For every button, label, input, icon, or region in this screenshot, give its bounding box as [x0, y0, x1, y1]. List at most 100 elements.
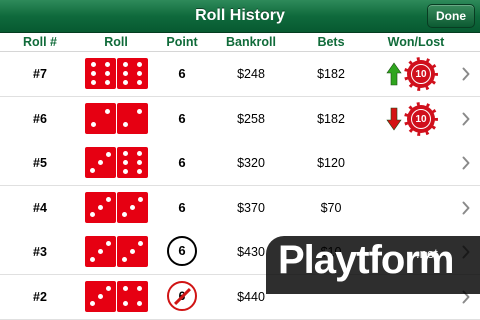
- column-header-roll-number: Roll #: [22, 35, 58, 49]
- die-pip: [98, 293, 103, 299]
- watermark-domain: .net: [416, 246, 438, 261]
- table-header: Roll # Roll Point Bankroll Bets Won/Lost: [0, 33, 480, 52]
- bankroll-value: $370: [237, 200, 265, 215]
- die-icon: [117, 191, 148, 223]
- die-pip: [136, 108, 142, 114]
- point-value: 6: [178, 66, 186, 81]
- chevron-right-icon[interactable]: [462, 201, 470, 215]
- bets-value: $182: [317, 111, 345, 126]
- die-pip: [137, 300, 143, 306]
- roll-number: #6: [33, 111, 47, 126]
- bankroll-value: $320: [237, 156, 265, 170]
- lost-arrow-icon: [386, 107, 402, 131]
- done-button[interactable]: Done: [427, 4, 475, 28]
- die-pip: [105, 196, 111, 202]
- die-pip: [105, 241, 111, 247]
- die-pip: [137, 62, 143, 68]
- die-pip: [122, 168, 128, 174]
- die-icon: [85, 191, 116, 223]
- column-header-roll: Roll: [104, 35, 128, 49]
- die-pip: [105, 152, 111, 158]
- won-arrow-icon: [386, 62, 402, 86]
- die-pip: [137, 151, 143, 157]
- no-point-icon: 6: [167, 280, 197, 311]
- chip-value: 10: [411, 108, 431, 129]
- die-pip: [98, 204, 103, 210]
- bets-value: $120: [317, 156, 345, 170]
- die-pip: [137, 196, 143, 202]
- table-row[interactable]: #6 6 $258 $182 10: [0, 96, 480, 142]
- die-pip: [122, 160, 128, 165]
- die-pip: [105, 62, 111, 68]
- die-pip: [122, 256, 128, 262]
- die-pip: [122, 151, 128, 157]
- column-header-bets: Bets: [317, 35, 345, 49]
- die-pip: [90, 79, 96, 85]
- die-icon: [85, 236, 116, 267]
- chevron-right-icon[interactable]: [462, 112, 470, 126]
- die-icon: [85, 147, 116, 178]
- bets-value: $70: [320, 200, 342, 215]
- die-icon: [117, 147, 148, 178]
- die-pip: [105, 71, 111, 76]
- table-row[interactable]: #7 6 $248 $182 10: [0, 52, 480, 97]
- die-pip: [90, 256, 96, 262]
- die-pip: [122, 300, 128, 306]
- point-value: 6: [178, 155, 186, 170]
- die-icon: [117, 102, 148, 134]
- roll-number: #3: [33, 245, 47, 259]
- die-pip: [90, 301, 96, 307]
- bankroll-value: $258: [237, 111, 265, 126]
- die-pip: [98, 249, 103, 254]
- die-icon: [117, 280, 148, 312]
- roll-number: #5: [33, 156, 47, 170]
- die-pip: [122, 62, 128, 68]
- die-pip: [104, 108, 110, 114]
- page-title: Roll History: [195, 7, 285, 24]
- die-pip: [137, 79, 143, 85]
- column-header-won-lost: Won/Lost: [387, 35, 445, 49]
- chip-icon: 10: [404, 101, 438, 136]
- column-header-point: Point: [166, 35, 198, 49]
- die-icon: [117, 236, 148, 267]
- die-pip: [130, 204, 135, 210]
- bets-value: $182: [317, 67, 345, 81]
- die-pip: [137, 286, 143, 292]
- roll-number: #4: [33, 200, 47, 215]
- die-icon: [117, 58, 148, 89]
- watermark: Playtform .net: [266, 236, 480, 294]
- die-pip: [130, 249, 135, 254]
- table-row[interactable]: #5 6 $320 $120: [0, 141, 480, 186]
- point-value: 6: [178, 199, 186, 215]
- roll-number: #2: [33, 289, 47, 304]
- die-pip: [105, 285, 111, 291]
- die-pip: [122, 71, 128, 76]
- chevron-right-icon[interactable]: [462, 156, 470, 170]
- point-marker: 6: [167, 236, 197, 266]
- die-pip: [123, 122, 129, 128]
- point-value: 6: [178, 110, 186, 126]
- die-pip: [91, 122, 97, 128]
- die-pip: [122, 79, 128, 85]
- chip-icon: 10: [404, 57, 438, 91]
- die-pip: [90, 71, 96, 76]
- die-pip: [122, 286, 128, 292]
- chip-value: 10: [411, 64, 431, 84]
- die-pip: [137, 241, 143, 247]
- die-pip: [122, 212, 128, 218]
- die-pip: [137, 71, 143, 76]
- bankroll-value: $248: [237, 67, 265, 81]
- chevron-right-icon[interactable]: [462, 67, 470, 81]
- die-pip: [90, 212, 96, 218]
- die-pip: [105, 79, 111, 85]
- die-icon: [85, 58, 116, 89]
- die-pip: [98, 160, 103, 165]
- column-header-bankroll: Bankroll: [225, 35, 276, 49]
- table-row[interactable]: #4 6 $370 $70: [0, 185, 480, 231]
- roll-number: #7: [33, 67, 47, 81]
- die-icon: [85, 280, 116, 312]
- die-pip: [137, 168, 143, 174]
- die-pip: [137, 160, 143, 165]
- die-pip: [90, 62, 96, 68]
- die-pip: [90, 167, 96, 173]
